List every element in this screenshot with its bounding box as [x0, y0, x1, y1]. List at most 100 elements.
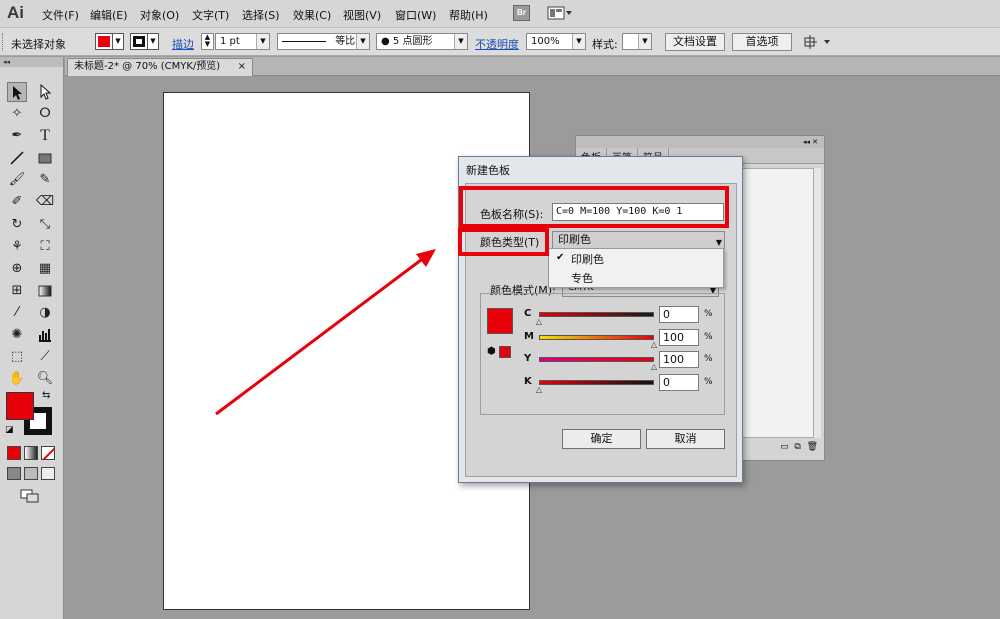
color-mode-icon[interactable]: [7, 446, 21, 460]
direct-selection-tool-icon[interactable]: [35, 82, 55, 102]
screen-mode-icon[interactable]: [20, 489, 40, 503]
eyedropper-tool-icon[interactable]: ⁄: [7, 303, 27, 323]
channel-c-slider[interactable]: [539, 312, 654, 317]
channel-c-slider-thumb[interactable]: △: [535, 318, 543, 326]
draw-inside-icon[interactable]: [41, 467, 55, 480]
pen-tool-icon[interactable]: ✒: [7, 126, 27, 146]
channel-m-input[interactable]: 100: [659, 329, 699, 346]
swap-fill-stroke-icon[interactable]: ⇆: [42, 390, 50, 401]
channel-k-slider-thumb[interactable]: △: [535, 386, 543, 394]
lasso-tool-icon[interactable]: ⵔ: [35, 104, 55, 124]
new-swatch-icon[interactable]: ⧉: [794, 442, 800, 452]
magic-wand-tool-icon[interactable]: ✧: [7, 104, 27, 124]
fill-color-swatch[interactable]: [95, 33, 113, 50]
channel-m-slider-thumb[interactable]: △: [650, 341, 658, 349]
warp-tool-icon[interactable]: ⚘: [7, 237, 27, 257]
menu-help[interactable]: 帮助(H): [449, 7, 488, 23]
slice-tool-icon[interactable]: ⟋: [35, 347, 55, 367]
draw-behind-icon[interactable]: [24, 467, 38, 480]
menu-effect[interactable]: 效果(C): [293, 7, 331, 23]
hand-tool-icon[interactable]: ✋: [7, 369, 27, 389]
arrange-docs-icon[interactable]: [803, 33, 833, 51]
paintbrush-tool-icon[interactable]: 🖌: [7, 170, 27, 190]
eraser-tool-icon[interactable]: ⌫: [35, 192, 55, 212]
selection-status: 未选择对象: [11, 38, 66, 51]
menu-object[interactable]: 对象(O): [140, 7, 179, 23]
stroke-dropdown-icon[interactable]: ▼: [147, 33, 159, 50]
cancel-button[interactable]: 取消: [646, 429, 725, 449]
dialog-title: 新建色板: [466, 164, 510, 177]
blob-brush-tool-icon[interactable]: ✐: [7, 192, 27, 212]
channel-m-slider[interactable]: [539, 335, 654, 340]
color-type-select[interactable]: 印刷色 ▼: [552, 231, 725, 249]
default-colors-icon[interactable]: ◪: [5, 425, 14, 435]
channel-y-slider-thumb[interactable]: △: [650, 363, 658, 371]
document-tab[interactable]: 未标题-2* @ 70% (CMYK/预览) ×: [67, 58, 253, 76]
line-tool-icon[interactable]: [7, 148, 27, 168]
artboard-tool-icon[interactable]: ⬚: [7, 347, 27, 367]
channel-y-slider[interactable]: [539, 357, 654, 362]
gradient-mode-icon[interactable]: [24, 446, 38, 460]
panel-collapse-icon[interactable]: ◂◂ ✕: [576, 136, 824, 148]
menu-edit[interactable]: 编辑(E): [90, 7, 128, 23]
symbol-sprayer-tool-icon[interactable]: ✺: [7, 325, 27, 345]
document-settings-button[interactable]: 文档设置: [665, 33, 725, 51]
stroke-profile-dropdown[interactable]: 等比 ▼: [277, 33, 370, 50]
shape-builder-tool-icon[interactable]: ⊕: [7, 259, 27, 279]
stroke-link[interactable]: 描边: [172, 36, 194, 52]
mesh-tool-icon[interactable]: ⊞: [7, 281, 27, 301]
close-document-icon[interactable]: ×: [238, 59, 246, 75]
channel-k-input[interactable]: 0: [659, 374, 699, 391]
workspace-switcher-icon[interactable]: [547, 5, 573, 21]
menu-window[interactable]: 窗口(W): [395, 7, 436, 23]
free-transform-tool-icon[interactable]: ⛶: [35, 237, 55, 257]
none-mode-icon[interactable]: [41, 446, 55, 460]
channel-y-label: Y: [524, 353, 532, 364]
column-graph-tool-icon[interactable]: [35, 325, 55, 345]
tools-panel: ◂◂ ✧ ⵔ ✒ T 🖌 ✎ ✐ ⌫ ↻ ⤡ ⚘ ⛶ ⊕ ▦ ⊞ ⁄ ◑ ✺ ⬚…: [0, 57, 64, 619]
type-tool-icon[interactable]: T: [35, 126, 55, 146]
percent-sign: %: [704, 332, 713, 342]
blend-tool-icon[interactable]: ◑: [35, 303, 55, 323]
selection-tool-icon[interactable]: [7, 82, 27, 102]
menu-view[interactable]: 视图(V): [343, 7, 381, 23]
percent-sign: %: [704, 354, 713, 364]
channel-y-input[interactable]: 100: [659, 351, 699, 368]
menu-file[interactable]: 文件(F): [42, 7, 79, 23]
zoom-tool-icon[interactable]: 🔍︎: [35, 369, 55, 389]
fill-dropdown-icon[interactable]: ▼: [112, 33, 124, 50]
tools-collapse-icon[interactable]: ◂◂: [0, 57, 63, 67]
control-bar: 未选择对象 ▼ ▼ 描边 ▲ ▼ 1 pt ▼ 等比 ▼ ● 5 点圆形 ▼ 不透明度 …: [0, 28, 1000, 56]
draw-normal-icon[interactable]: [7, 467, 21, 480]
app-logo: Ai: [7, 3, 24, 22]
color-preview-swatch: [487, 308, 513, 334]
bridge-button[interactable]: Br: [513, 5, 530, 21]
perspective-grid-tool-icon[interactable]: ▦: [35, 259, 55, 279]
menu-type[interactable]: 文字(T): [192, 7, 229, 23]
pencil-tool-icon[interactable]: ✎: [35, 170, 55, 190]
stroke-weight-stepper[interactable]: ▲ ▼: [201, 33, 214, 50]
delete-swatch-icon[interactable]: 🗑︎: [807, 442, 818, 452]
gamut-swatch[interactable]: [499, 346, 511, 358]
rotate-tool-icon[interactable]: ↻: [7, 215, 27, 235]
brush-dropdown[interactable]: ● 5 点圆形 ▼: [376, 33, 468, 50]
stroke-color-swatch[interactable]: [130, 33, 148, 50]
rectangle-tool-icon[interactable]: [35, 148, 55, 168]
gradient-tool-icon[interactable]: [35, 281, 55, 301]
new-color-group-icon[interactable]: ▭: [780, 442, 789, 452]
grip: [2, 33, 6, 51]
option-spot-color[interactable]: 专色: [571, 270, 593, 286]
scale-tool-icon[interactable]: ⤡: [35, 215, 55, 235]
opacity-link[interactable]: 不透明度: [475, 36, 519, 52]
ok-button[interactable]: 确定: [562, 429, 641, 449]
style-dropdown[interactable]: ▼: [622, 33, 652, 50]
channel-c-input[interactable]: 0: [659, 306, 699, 323]
option-process-color[interactable]: 印刷色: [571, 251, 604, 267]
stroke-weight-field[interactable]: 1 pt ▼: [215, 33, 270, 50]
preferences-button[interactable]: 首选项: [732, 33, 792, 51]
channel-k-slider[interactable]: [539, 380, 654, 385]
opacity-field[interactable]: 100% ▼: [526, 33, 586, 50]
swatch-scrollbar[interactable]: [813, 168, 821, 438]
menu-select[interactable]: 选择(S): [242, 7, 280, 23]
fill-color-box[interactable]: [6, 392, 34, 420]
